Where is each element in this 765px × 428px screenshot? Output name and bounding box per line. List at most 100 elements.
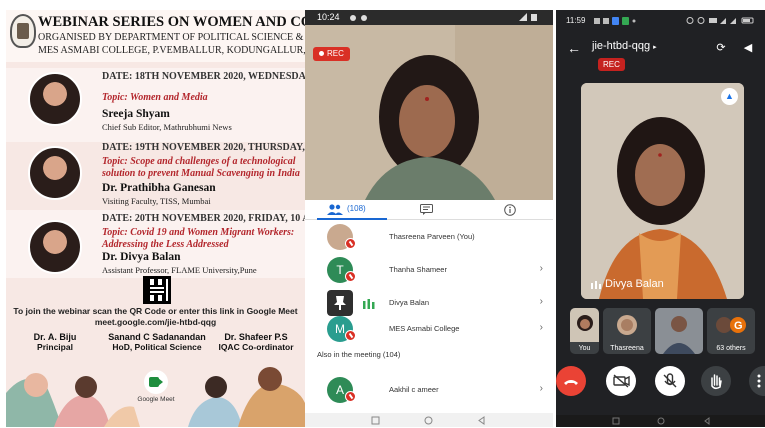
speaker-tile[interactable]: ▲ Divya Balan	[581, 83, 744, 299]
participant-row[interactable]: T Thanha Shameer ›	[305, 252, 553, 284]
back-icon[interactable]	[703, 417, 711, 425]
recents-icon[interactable]	[371, 416, 380, 425]
participant-thumb[interactable]: You	[570, 308, 599, 354]
android-nav-bar	[556, 415, 765, 427]
iqac-name: Dr. Shafeer P.S	[224, 332, 288, 342]
hod-role: HoD, Political Science	[112, 342, 202, 352]
switch-camera-icon[interactable]: ⟳	[714, 42, 728, 54]
recording-badge: REC	[598, 58, 625, 71]
mic-off-icon	[345, 330, 356, 341]
session-topic: Topic: Covid 19 and Women Migrant Worker…	[102, 227, 295, 250]
info-icon	[504, 204, 516, 216]
record-dot-icon	[319, 51, 324, 56]
audio-level-icon	[591, 281, 601, 289]
participant-name: Thasreena Parveen (You)	[389, 232, 475, 241]
hand-icon	[711, 374, 722, 390]
chevron-right-icon[interactable]: ›	[540, 263, 543, 274]
thumb-video	[603, 308, 651, 342]
home-icon[interactable]	[657, 417, 665, 425]
back-arrow-icon[interactable]: ←	[567, 40, 581, 56]
end-call-button[interactable]	[556, 366, 586, 396]
chevron-right-icon: ▸	[653, 44, 657, 51]
speaker-volume-icon[interactable]: ◀	[741, 42, 755, 54]
participant-row[interactable]: A Aakhil c ameer ›	[305, 372, 553, 404]
webinar-poster: WEBINAR SERIES ON WOMEN AND COVID ORGANI…	[6, 10, 305, 427]
mic-off-icon	[345, 391, 356, 402]
status-bar: 10:24	[305, 10, 553, 25]
chevron-right-icon[interactable]: ›	[540, 296, 543, 307]
speaker-name: Sreeja Shyam	[102, 108, 170, 120]
mic-off-icon	[663, 373, 677, 388]
participant-thumb[interactable]: Thasreena	[603, 308, 651, 354]
participant-name: Divya Balan	[389, 298, 430, 307]
android-nav-bar	[305, 413, 553, 427]
poster-college: MES ASMABI COLLEGE, P.VEMBALLUR, KODUNGA…	[38, 45, 305, 56]
status-time: 11:59	[566, 16, 586, 25]
speaker-name-text: Divya Balan	[605, 278, 664, 290]
mic-toggle-button[interactable]	[655, 366, 685, 396]
status-icons	[686, 17, 754, 24]
rec-label: REC	[327, 49, 344, 58]
join-instructions: To join the webinar scan the QR Code or …	[13, 306, 298, 316]
participant-thumb[interactable]	[655, 308, 703, 354]
recents-icon[interactable]	[612, 417, 620, 425]
poster-title: WEBINAR SERIES ON WOMEN AND COVID	[38, 14, 305, 30]
main-video[interactable]: REC	[305, 25, 553, 200]
speaker-role: Chief Sub Editor, Mathrubhumi News	[102, 122, 232, 132]
others-thumb[interactable]: G 63 others	[707, 308, 755, 354]
audio-level-icon	[363, 299, 375, 309]
participant-row[interactable]: Thasreena Parveen (You)	[305, 219, 553, 251]
speaker-photo	[28, 220, 82, 274]
poster-organiser: ORGANISED BY DEPARTMENT OF POLITICAL SCI…	[38, 32, 305, 43]
tab-chat[interactable]	[417, 200, 437, 220]
raise-hand-button[interactable]	[701, 366, 731, 396]
thumb-label: Thasreena	[610, 345, 644, 352]
speaker-role: Assistant Professor, FLAME University,Pu…	[102, 265, 257, 275]
more-vert-icon	[757, 374, 761, 388]
pin-icon[interactable]: ▲	[721, 88, 738, 105]
iqac-role: IQAC Co-ordinator	[218, 342, 294, 352]
chevron-right-icon[interactable]: ›	[540, 383, 543, 394]
notification-icon	[350, 15, 356, 21]
also-in-meeting-label: Also in the meeting (104)	[317, 350, 401, 359]
chat-icon	[420, 204, 433, 215]
chevron-right-icon[interactable]: ›	[540, 322, 543, 333]
principal-role: Principal	[37, 342, 73, 352]
mic-off-icon	[345, 271, 356, 282]
speaker-name: Dr. Divya Balan	[102, 251, 181, 263]
tab-people[interactable]: (108)	[327, 200, 387, 220]
phone-participants-view: 10:24 REC (108) Thasreena Parveen (You) …	[305, 10, 553, 427]
people-count: (108)	[347, 204, 366, 213]
thumb-label: You	[578, 345, 591, 352]
home-icon[interactable]	[424, 416, 433, 425]
speaker-role: Visiting Faculty, TISS, Mumbai	[102, 196, 211, 206]
participant-name: MES Asmabi College	[389, 324, 460, 333]
speaker-video-frame	[581, 83, 744, 299]
tab-info[interactable]	[501, 200, 521, 220]
notification-icon	[361, 15, 367, 21]
participant-name: Thanha Shameer	[389, 265, 447, 274]
phone-speaker-view: 11:59 ← jie-htbd-qqg ▸ ⟳ ◀ REC ▲ Divya Ba…	[556, 10, 765, 427]
thumb-label: 63 others	[716, 345, 746, 352]
notification-icons	[594, 17, 636, 25]
college-logo	[10, 14, 36, 48]
participant-row[interactable]: M MES Asmabi College ›	[305, 311, 553, 343]
camera-toggle-button[interactable]	[606, 366, 636, 396]
signal-battery-icon	[519, 13, 537, 21]
recording-badge: REC	[313, 47, 350, 61]
meeting-code-text: jie-htbd-qqg	[592, 40, 651, 52]
meeting-code[interactable]: jie-htbd-qqg ▸	[592, 40, 657, 52]
meet-link[interactable]: meet.google.com/jie-htbd-qqg	[6, 317, 305, 327]
status-time: 10:24	[317, 12, 340, 22]
thumb-video	[570, 308, 599, 342]
more-options-button[interactable]	[749, 366, 765, 396]
participant-name: Aakhil c ameer	[389, 385, 439, 394]
speaker-name-label: Divya Balan	[591, 278, 664, 290]
google-meet-icon	[144, 370, 168, 394]
speaker-name: Dr. Prathibha Ganesan	[102, 182, 216, 194]
back-icon[interactable]	[477, 416, 486, 425]
qr-code	[143, 276, 171, 304]
mic-off-icon	[345, 238, 356, 249]
hod-name: Sanand C Sadanandan	[108, 332, 206, 342]
session-topic: Topic: Scope and challenges of a technol…	[102, 156, 300, 179]
